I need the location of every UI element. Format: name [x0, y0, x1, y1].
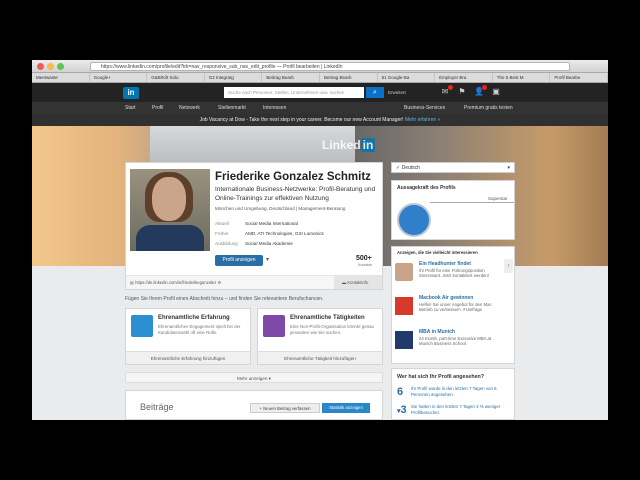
profile-location: München und Umgebung, Deutschland | Mana…	[215, 206, 346, 211]
education: Ausbildung Social Media Akademie	[215, 241, 293, 246]
flag-icon[interactable]: ⚑	[457, 87, 467, 97]
hero-brand: Linked in	[322, 138, 376, 152]
strength-meter[interactable]	[397, 203, 431, 237]
strength-level: Superstar	[488, 196, 508, 201]
close-window-button[interactable]	[37, 63, 44, 70]
browser-window: https://www.linkedin.com/profile/edit?tr…	[32, 60, 608, 420]
ad-image	[395, 263, 413, 281]
bookmark-item[interactable]: Google+	[90, 73, 148, 82]
notification-badge	[448, 85, 453, 90]
connections-count: 500+	[356, 255, 372, 262]
connections-label: Kontakte	[358, 263, 373, 267]
ad-item[interactable]: Macbook Air gewinnen Helfen Sie unser An…	[395, 295, 513, 325]
bookmark-item[interactable]: 51 Google-Ba	[378, 73, 436, 82]
bookmark-item[interactable]: Beitrag Bearb	[320, 73, 378, 82]
viewers-title: Wer hat sich Ihr Profil angesehen?	[397, 374, 485, 380]
current-position: Aktuell Social Media International	[215, 221, 298, 226]
show-stats-button[interactable]: Statistik anzeigen	[322, 403, 370, 413]
nav-business-services[interactable]: Business-Services	[404, 102, 445, 114]
show-more-button[interactable]: Mehr anzeigen ▾	[125, 372, 383, 383]
add-section-heading: Fügen Sie Ihrem Profil einen Abschnitt h…	[125, 296, 324, 302]
zoom-window-button[interactable]	[57, 63, 64, 70]
hand-icon	[131, 315, 153, 337]
add-volunteer-experience-button[interactable]: Ehrenamtliche Erfahrung hinzufügen	[126, 351, 250, 364]
chevron-down-icon[interactable]: ▾	[266, 255, 269, 266]
new-post-button[interactable]: + Neuen Beitrag verfassen	[250, 403, 320, 413]
chevron-down-icon: ▾	[268, 376, 271, 381]
view-profile-button[interactable]: Profil anzeigen	[215, 255, 263, 266]
bookmark-item[interactable]: Beitrag Bearb	[262, 73, 320, 82]
nav-interests[interactable]: Interessen	[263, 102, 286, 114]
profile-viewers-card: Wer hat sich Ihr Profil angesehen? 6 Ihr…	[391, 368, 515, 420]
linkedin-header: in Suche nach Personen, Stellen, Unterne…	[32, 83, 608, 102]
address-bar[interactable]: https://www.linkedin.com/profile/edit?tr…	[90, 62, 570, 71]
search-icon: ⌕	[373, 89, 377, 96]
profile-photo[interactable]	[130, 169, 210, 251]
strength-line	[430, 202, 514, 203]
profile-name[interactable]: Friederike Gonzalez Schmitz	[215, 171, 371, 183]
contact-info-button[interactable]: ▬ Kontaktinfo	[334, 276, 382, 289]
minimize-window-button[interactable]	[47, 63, 54, 70]
nav-start[interactable]: Start	[125, 102, 136, 114]
add-connection-icon[interactable]: 👤	[474, 85, 487, 97]
profile-strength-title: Aussagekraft des Profils	[397, 185, 456, 191]
public-profile-url[interactable]: ▤ https://de.linkedin.com/in/friederikeg…	[130, 276, 221, 290]
posts-title: Beiträge	[140, 402, 174, 412]
volunteer-experience-card: Ehrenamtliche Erfahrung Ehrenamtliches E…	[125, 308, 251, 365]
ads-title: Anzeigen, die Sie vielleicht interessier…	[397, 250, 478, 255]
nav-premium[interactable]: Premium gratis testen	[464, 102, 513, 114]
nav-profile[interactable]: Profil	[152, 102, 163, 114]
nav-jobs[interactable]: Stellenmarkt	[218, 102, 246, 114]
avatar[interactable]: ▣	[491, 87, 501, 97]
posts-section: Beiträge + Neuen Beitrag verfassen Stati…	[125, 390, 383, 420]
ad-item[interactable]: Ein Headhunter findet Ihr Profil für ein…	[395, 261, 513, 291]
title-bar: https://www.linkedin.com/profile/edit?tr…	[32, 60, 608, 73]
nav-network[interactable]: Netzwerk	[179, 102, 200, 114]
search-input[interactable]: Suche nach Personen, Stellen, Unternehme…	[224, 87, 364, 98]
bookmark-item[interactable]: G2 Integratg	[205, 73, 263, 82]
card-title: Ehrenamtliche Tätigkeiten	[290, 315, 365, 321]
advanced-search-link[interactable]: Erweitert	[388, 87, 406, 98]
main-nav: Start Profil Netzwerk Stellenmarkt Inter…	[32, 102, 608, 114]
hand-icon	[263, 315, 285, 337]
bookmark-item[interactable]: G&B/Kilt Solu	[147, 73, 205, 82]
profile-headline[interactable]: Internationale Business-Netzwerke: Profi…	[215, 186, 380, 203]
linkedin-logo[interactable]: in	[123, 87, 139, 99]
volunteer-activities-card: Ehrenamtliche Tätigkeiten Eine Non-Profi…	[257, 308, 383, 365]
public-profile-url-row: ▤ https://de.linkedin.com/in/friederikeg…	[126, 275, 382, 289]
bookmark-item[interactable]: Meetwaste	[32, 73, 90, 82]
ad-image	[395, 331, 413, 349]
header-icons: ✉ ⚑ 👤 ▣	[440, 85, 501, 97]
job-banner-link[interactable]: Mehr erfahren »	[405, 117, 441, 123]
bookmarks-bar: Meetwaste Google+ G&B/Kilt Solu G2 Integ…	[32, 73, 608, 83]
bookmark-item[interactable]: Employer Bra	[435, 73, 493, 82]
ad-image	[395, 297, 413, 315]
gear-icon[interactable]: ⚙	[218, 280, 222, 285]
past-positions: Früher AMD, ATI Technologies, GSI Lumonic…	[215, 231, 324, 236]
notification-badge	[482, 85, 487, 90]
profile-card: Friederike Gonzalez Schmitz Internationa…	[125, 162, 383, 290]
bookmark-item[interactable]: Profil Bearbe	[550, 73, 608, 82]
language-select[interactable]: ✓ Deutsch ▾	[391, 162, 515, 173]
profile-strength-card: Aussagekraft des Profils Superstar	[391, 180, 515, 240]
bookmark-item[interactable]: The 5 Best M	[493, 73, 551, 82]
chevron-down-icon: ▾	[507, 165, 510, 171]
card-description: Ehrenamtliches Engagement spielt bei der…	[158, 324, 241, 335]
chevron-right-icon[interactable]: ›	[504, 259, 513, 273]
card-title: Ehrenamtliche Erfahrung	[158, 315, 230, 321]
add-volunteer-activity-button[interactable]: Ehrenamtliche Tätigkeit hinzufügen	[258, 351, 382, 364]
ad-item[interactable]: MBA in Munich 24 month, part-time Execut…	[395, 329, 513, 359]
card-description: Eine Non-Profit-Organisation könnte gena…	[290, 324, 374, 335]
url-text: https://www.linkedin.com/profile/edit?tr…	[101, 64, 343, 70]
search-button[interactable]: ⌕	[366, 87, 384, 98]
job-banner-text: Job Vacancy at Dow - Take the next step …	[199, 117, 404, 123]
job-banner[interactable]: Job Vacancy at Dow - Take the next step …	[32, 114, 608, 126]
ads-card: Anzeigen, die Sie vielleicht interessier…	[391, 246, 515, 364]
messages-icon[interactable]: ✉	[440, 85, 453, 97]
